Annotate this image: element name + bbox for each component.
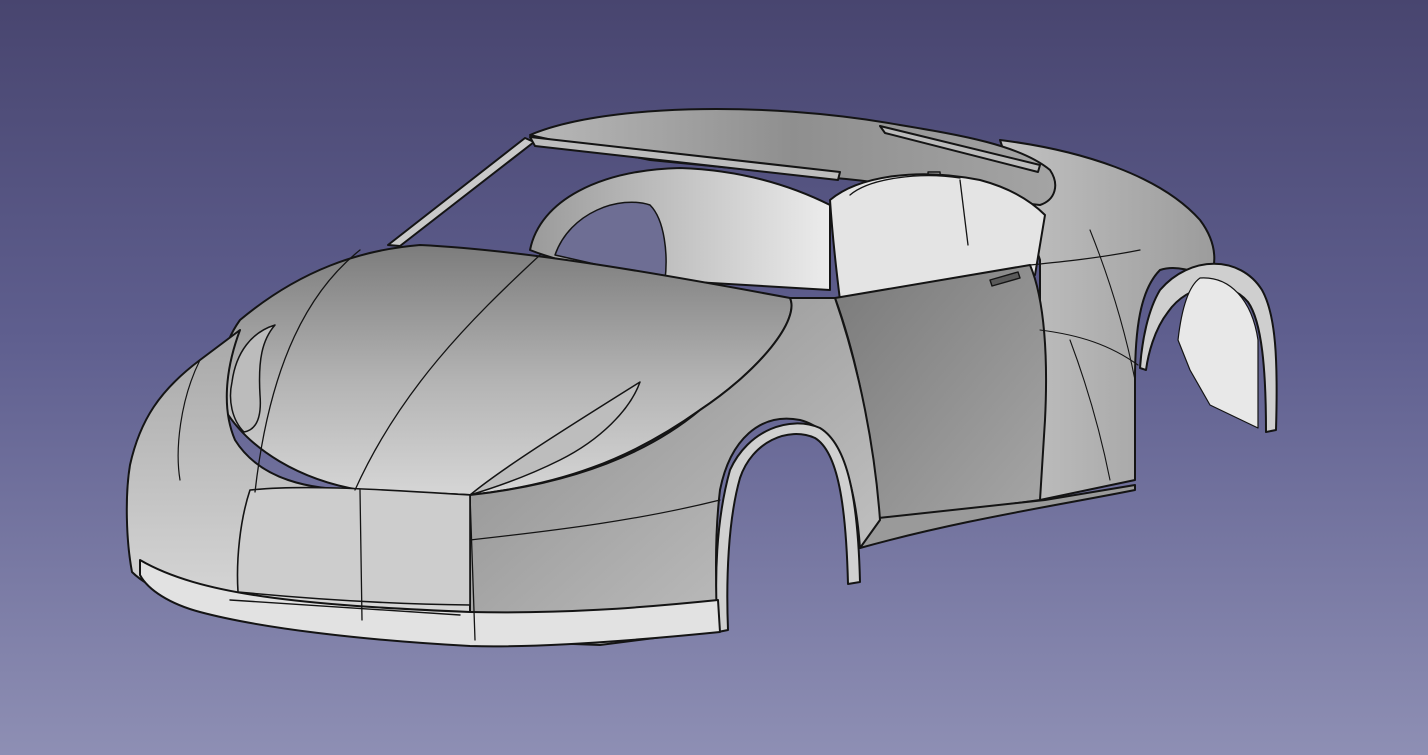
grille [236,486,471,606]
front-wheel-arch [715,422,861,633]
car-body-model[interactable] [0,0,1428,755]
a-pillar-left [387,137,535,247]
3d-viewport[interactable] [0,0,1428,755]
